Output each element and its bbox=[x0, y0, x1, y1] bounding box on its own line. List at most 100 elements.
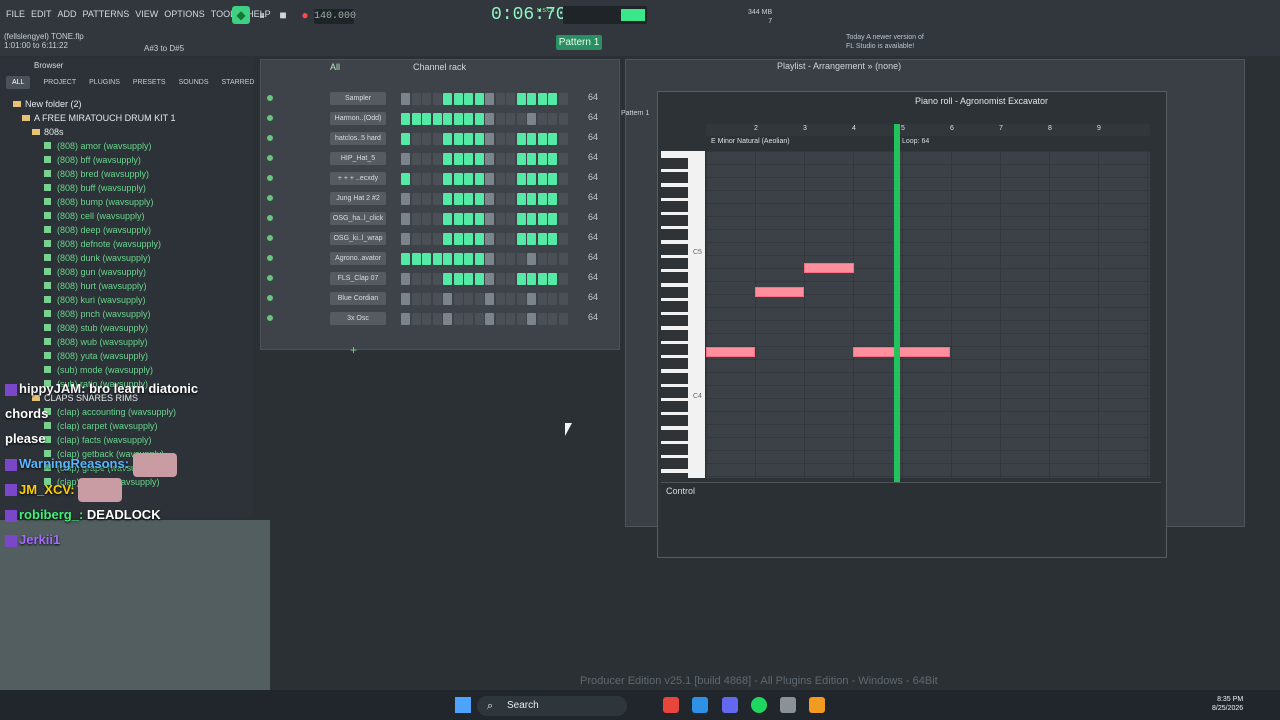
black-key[interactable] bbox=[661, 344, 688, 355]
step-button[interactable] bbox=[432, 213, 442, 225]
step-button[interactable] bbox=[432, 93, 442, 105]
step-button[interactable] bbox=[453, 273, 463, 285]
step-button[interactable] bbox=[516, 213, 526, 225]
pattern-selector[interactable]: Pattern 1 bbox=[556, 35, 602, 50]
piano-roll-ruler[interactable]: 2 3 4 5 6 7 8 9 bbox=[706, 124, 1150, 136]
step-button[interactable] bbox=[453, 113, 463, 125]
channel-row[interactable]: 3x Osc 64 bbox=[263, 308, 618, 328]
step-sequencer[interactable] bbox=[401, 113, 571, 125]
step-button[interactable] bbox=[548, 253, 557, 265]
black-key[interactable] bbox=[661, 315, 688, 326]
tab-sounds[interactable]: SOUNDS bbox=[179, 76, 209, 89]
step-button[interactable] bbox=[422, 173, 431, 185]
step-button[interactable] bbox=[443, 173, 452, 185]
file-item[interactable]: (808) stub (wavsupply) bbox=[4, 321, 176, 335]
channel-name[interactable]: Harmon..(Odd) bbox=[330, 112, 386, 125]
menu-patterns[interactable]: PATTERNS bbox=[83, 9, 130, 19]
step-button[interactable] bbox=[558, 173, 568, 185]
step-button[interactable] bbox=[516, 313, 526, 325]
channel-row[interactable]: OSG_ki..l_wrap 64 bbox=[263, 228, 618, 248]
step-button[interactable] bbox=[464, 313, 473, 325]
step-button[interactable] bbox=[411, 113, 421, 125]
step-button[interactable] bbox=[474, 273, 484, 285]
step-sequencer[interactable] bbox=[401, 293, 571, 305]
step-button[interactable] bbox=[432, 133, 442, 145]
step-button[interactable] bbox=[548, 93, 557, 105]
step-button[interactable] bbox=[474, 113, 484, 125]
step-button[interactable] bbox=[506, 253, 515, 265]
step-button[interactable] bbox=[516, 233, 526, 245]
step-button[interactable] bbox=[411, 153, 421, 165]
step-button[interactable] bbox=[527, 213, 536, 225]
channel-name[interactable]: Sampler bbox=[330, 92, 386, 105]
folder-item[interactable]: 808s bbox=[4, 125, 176, 139]
step-button[interactable] bbox=[432, 313, 442, 325]
step-button[interactable] bbox=[401, 293, 410, 305]
step-button[interactable] bbox=[401, 273, 410, 285]
step-button[interactable] bbox=[548, 213, 557, 225]
step-button[interactable] bbox=[516, 153, 526, 165]
tab-all[interactable]: ALL bbox=[6, 76, 31, 89]
step-button[interactable] bbox=[474, 193, 484, 205]
step-button[interactable] bbox=[443, 213, 452, 225]
black-key[interactable] bbox=[661, 387, 688, 398]
channel-name[interactable]: HIP_Hat_5 bbox=[330, 152, 386, 165]
record-button[interactable]: ● bbox=[296, 6, 314, 24]
step-button[interactable] bbox=[422, 113, 431, 125]
channel-row[interactable]: hatclos..5 hard 64 bbox=[263, 128, 618, 148]
playlist-pattern-label[interactable]: Pattern 1 bbox=[621, 110, 649, 117]
step-button[interactable] bbox=[401, 153, 410, 165]
file-item[interactable]: (808) gun (wavsupply) bbox=[4, 265, 176, 279]
step-button[interactable] bbox=[516, 113, 526, 125]
file-item[interactable]: (808) yuta (wavsupply) bbox=[4, 349, 176, 363]
step-button[interactable] bbox=[527, 233, 536, 245]
step-button[interactable] bbox=[411, 93, 421, 105]
file-item[interactable]: (808) dunk (wavsupply) bbox=[4, 251, 176, 265]
step-button[interactable] bbox=[401, 93, 410, 105]
step-sequencer[interactable] bbox=[401, 93, 571, 105]
step-button[interactable] bbox=[474, 313, 484, 325]
channel-filter[interactable]: All bbox=[330, 62, 340, 72]
step-button[interactable] bbox=[443, 153, 452, 165]
step-button[interactable] bbox=[422, 253, 431, 265]
midi-note[interactable] bbox=[804, 263, 854, 273]
channel-name[interactable]: Agrono..avator bbox=[330, 252, 386, 265]
step-button[interactable] bbox=[495, 153, 505, 165]
step-sequencer[interactable] bbox=[401, 173, 571, 185]
step-button[interactable] bbox=[558, 133, 568, 145]
file-item[interactable]: (808) kuri (wavsupply) bbox=[4, 293, 176, 307]
step-button[interactable] bbox=[506, 313, 515, 325]
control-lane[interactable] bbox=[661, 482, 1161, 556]
step-button[interactable] bbox=[453, 93, 463, 105]
file-item[interactable]: (808) wub (wavsupply) bbox=[4, 335, 176, 349]
step-button[interactable] bbox=[548, 273, 557, 285]
step-button[interactable] bbox=[527, 133, 536, 145]
step-button[interactable] bbox=[474, 253, 484, 265]
step-button[interactable] bbox=[401, 113, 410, 125]
step-button[interactable] bbox=[464, 233, 473, 245]
step-sequencer[interactable] bbox=[401, 213, 571, 225]
step-button[interactable] bbox=[527, 93, 536, 105]
step-button[interactable] bbox=[558, 113, 568, 125]
step-button[interactable] bbox=[537, 233, 547, 245]
channel-row[interactable]: HIP_Hat_5 64 bbox=[263, 148, 618, 168]
step-button[interactable] bbox=[411, 293, 421, 305]
tempo-display[interactable]: 140.000 bbox=[314, 9, 356, 24]
step-button[interactable] bbox=[527, 313, 536, 325]
step-button[interactable] bbox=[464, 213, 473, 225]
channel-row[interactable]: Jung Hat 2 #2 64 bbox=[263, 188, 618, 208]
step-sequencer[interactable] bbox=[401, 313, 571, 325]
channel-led-icon[interactable] bbox=[267, 315, 273, 321]
step-button[interactable] bbox=[474, 93, 484, 105]
step-button[interactable] bbox=[443, 193, 452, 205]
black-key[interactable] bbox=[661, 229, 688, 240]
file-item[interactable]: (808) defnote (wavsupply) bbox=[4, 237, 176, 251]
file-item[interactable]: (sub) mode (wavsupply) bbox=[4, 363, 176, 377]
piano-keyboard[interactable] bbox=[661, 151, 705, 484]
step-button[interactable] bbox=[485, 153, 494, 165]
step-button[interactable] bbox=[537, 173, 547, 185]
step-button[interactable] bbox=[516, 173, 526, 185]
step-button[interactable] bbox=[558, 213, 568, 225]
step-button[interactable] bbox=[495, 273, 505, 285]
file-item[interactable]: (808) cell (wavsupply) bbox=[4, 209, 176, 223]
